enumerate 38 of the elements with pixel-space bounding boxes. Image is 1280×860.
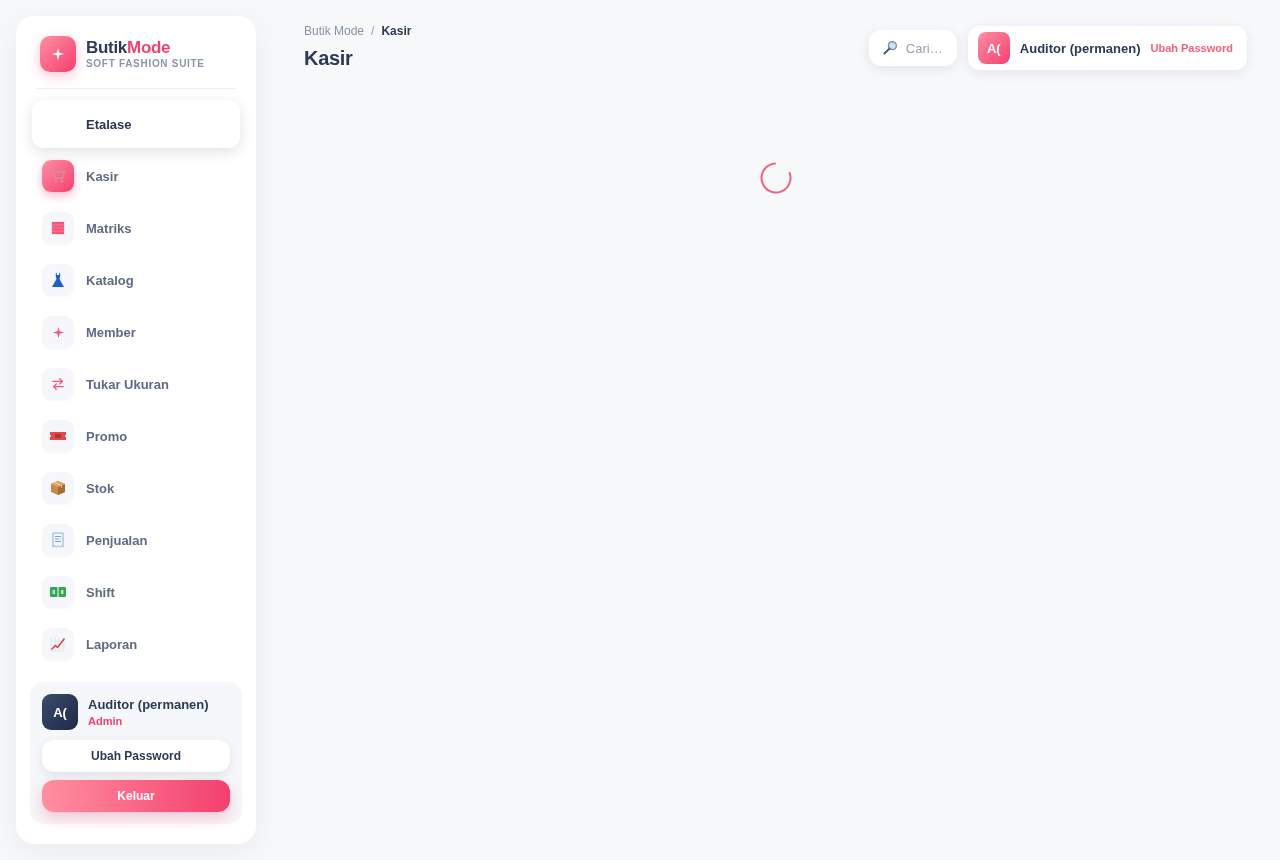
nav-item[interactable]: Member — [32, 308, 240, 356]
sparkle-icon — [42, 316, 74, 348]
nav-item[interactable]: Etalase — [32, 100, 240, 148]
brand-tagline: SOFT FASHION SUITE — [86, 58, 205, 70]
logout-button[interactable]: Keluar — [42, 780, 230, 812]
breadcrumb-item: Kasir — [381, 24, 412, 39]
logo-icon — [40, 36, 76, 72]
change-password-link[interactable]: Ubah Password — [1150, 42, 1233, 54]
change-password-button[interactable]: Ubah Password — [42, 740, 230, 772]
user-role: Admin — [88, 713, 124, 729]
nav-item[interactable]: Tukar Ukuran — [32, 360, 240, 408]
nav-item[interactable]: Matriks — [32, 204, 240, 252]
breadcrumb-separator: / — [371, 24, 375, 39]
nav-item[interactable]: Katalog — [32, 256, 240, 304]
receipt-icon — [42, 524, 74, 556]
breadcrumb-item[interactable]: Butik Mode — [304, 24, 365, 39]
swap-arrows-icon — [42, 368, 74, 400]
page-title: Kasir — [304, 46, 354, 70]
cart-icon — [42, 160, 74, 192]
user-name: Auditor (permanen) — [88, 695, 209, 713]
nav-item[interactable]: Penjualan — [32, 516, 240, 564]
brand-name: ButikMode — [86, 38, 172, 58]
avatar: A( — [42, 694, 78, 730]
ticket-icon — [42, 420, 74, 452]
search-field[interactable]: Cari… — [868, 30, 957, 66]
nav-item[interactable]: Promo — [32, 412, 240, 460]
banknote-icon — [42, 576, 74, 608]
chart-icon — [42, 628, 74, 660]
nav-item[interactable]: Laporan — [32, 620, 240, 668]
nav-item[interactable]: Stok — [32, 464, 240, 512]
nav-item[interactable]: Kasir — [32, 152, 240, 200]
box-icon — [42, 472, 74, 504]
grid-icon — [42, 212, 74, 244]
nav-item[interactable]: Shift — [32, 568, 240, 616]
search-icon — [882, 40, 898, 55]
user-name: Auditor (permanen) — [1019, 40, 1141, 56]
avatar: A( — [977, 32, 1010, 64]
dress-icon — [42, 264, 74, 296]
